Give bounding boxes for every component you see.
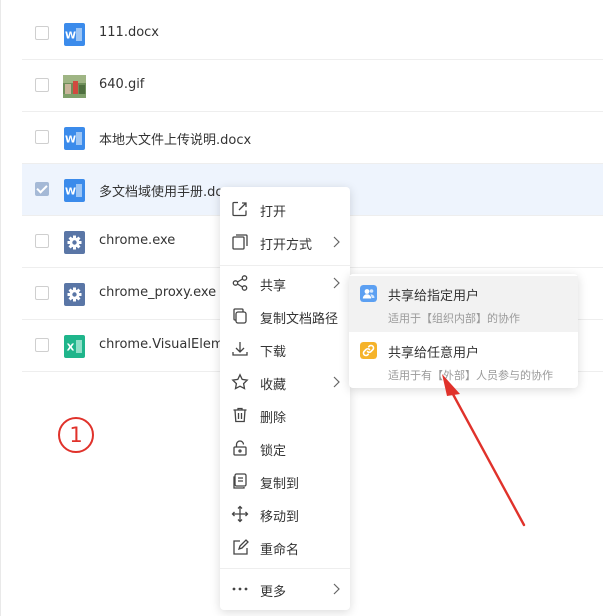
menu-item-label: 复制到 [260,477,300,492]
file-name[interactable]: 111.docx [99,25,159,40]
lock-icon [233,440,247,456]
word-file-icon: W [64,127,85,150]
menu-item-label: 移动到 [260,510,300,525]
menu-item-lock[interactable]: 锁定 [220,433,350,463]
rename-icon [233,539,249,555]
file-name[interactable]: chrome.VisualEleme [99,337,232,352]
menu-item-rename[interactable]: 重命名 [220,532,350,562]
file-name[interactable]: 640.gif [99,77,144,92]
menu-item-label: 删除 [260,411,287,426]
svg-text:X: X [67,343,75,354]
menu-separator [220,568,350,569]
share-to-specified-users[interactable]: 共享给指定用户 适用于【组织内部】的协作 [349,276,578,332]
word-file-icon: W [64,179,85,202]
download-icon [232,342,248,356]
file-row[interactable]: 640.gif [22,60,603,112]
menu-item-label: 打开 [260,205,287,220]
file-name[interactable]: 本地大文件上传说明.docx [99,129,251,148]
file-name[interactable]: 多文档域使用手册.doc [99,181,231,200]
exe-file-icon [64,283,85,306]
copy-path-icon [233,308,247,324]
menu-item-label: 下载 [260,345,287,360]
more-icon [232,587,248,591]
menu-item-label: 打开方式 [260,238,313,253]
chevron-right-icon [333,236,340,248]
row-checkbox[interactable] [35,286,49,300]
chevron-right-icon [333,277,340,289]
word-file-icon: W [64,23,85,46]
menu-item-label: 锁定 [260,444,287,459]
menu-item-move-to[interactable]: 移动到 [220,499,350,529]
share-to-any-users[interactable]: 共享给任意用户 适用于有【外部】人员参与的协作 [349,333,578,389]
star-icon [231,373,249,390]
step-number-badge: 1 [58,417,94,453]
row-checkbox[interactable] [35,130,49,144]
menu-item-download[interactable]: 下载 [220,334,350,364]
submenu-item-title: 共享给任意用户 [388,346,480,361]
row-checkbox[interactable] [35,338,49,352]
menu-item-label: 收藏 [260,378,287,393]
chevron-right-icon [333,583,340,595]
menu-item-open-with[interactable]: 打开方式 [220,227,350,257]
row-checkbox[interactable] [35,78,49,92]
link-icon [360,342,377,359]
chevron-right-icon [333,376,340,388]
menu-item-label: 共享 [260,279,287,294]
menu-item-favorite[interactable]: 收藏 [220,367,350,397]
menu-item-label: 重命名 [260,543,300,558]
row-checkbox-checked[interactable] [35,182,49,196]
context-menu: 打开 打开方式 共享 复制文档路径 下载 收藏 删除 锁定 复制到 移动到 重命… [220,187,350,610]
image-thumbnail-icon [63,75,86,98]
file-name[interactable]: chrome.exe [99,233,175,248]
file-name[interactable]: chrome_proxy.exe [99,285,216,300]
row-checkbox[interactable] [35,26,49,40]
menu-item-label: 更多 [260,585,287,600]
share-icon [232,275,248,291]
excel-file-icon: X [64,335,85,358]
menu-item-label: 复制文档路径 [260,312,339,327]
menu-item-share[interactable]: 共享 [220,268,350,298]
menu-item-copy-path[interactable]: 复制文档路径 [220,301,350,331]
move-icon [231,505,249,523]
svg-text:W: W [65,187,76,198]
open-icon [232,201,247,217]
submenu-item-title: 共享给指定用户 [388,289,480,304]
menu-item-delete[interactable]: 删除 [220,400,350,430]
submenu-item-description: 适用于【组织内部】的协作 [388,312,520,325]
exe-file-icon [64,231,85,254]
open-with-icon [232,234,248,250]
submenu-item-description: 适用于有【外部】人员参与的协作 [388,369,553,382]
svg-text:W: W [65,135,76,146]
row-checkbox[interactable] [35,234,49,248]
copy-to-icon [233,473,247,489]
menu-item-open[interactable]: 打开 [220,194,350,224]
file-row[interactable]: W 本地大文件上传说明.docx [22,112,603,164]
menu-item-copy-to[interactable]: 复制到 [220,466,350,496]
users-icon [360,285,377,302]
share-submenu: 共享给指定用户 适用于【组织内部】的协作 共享给任意用户 适用于有【外部】人员参… [349,274,578,388]
menu-separator [220,265,350,266]
trash-icon [233,407,247,423]
menu-item-more[interactable]: 更多 [220,574,350,604]
svg-text:W: W [65,31,76,42]
left-border [0,0,1,616]
file-row[interactable]: W 111.docx [22,8,603,60]
